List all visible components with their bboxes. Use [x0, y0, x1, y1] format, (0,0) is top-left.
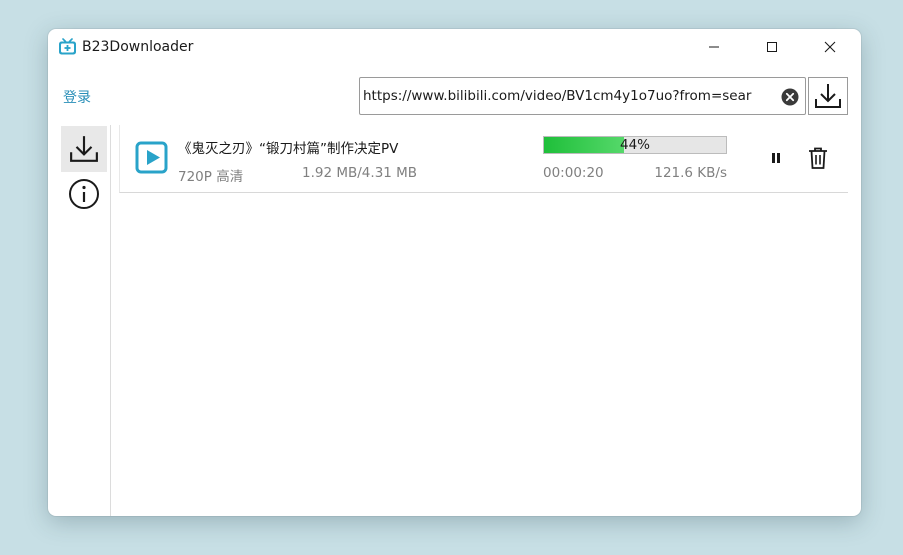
progress-bar: 44% [543, 136, 727, 154]
app-window: B23Downloader 登录 https://www.bilibili.co… [48, 29, 861, 516]
download-quality: 720P 高清 [178, 169, 244, 185]
download-size: 1.92 MB/4.31 MB [302, 165, 418, 181]
info-icon [69, 179, 99, 209]
minimize-icon [709, 46, 719, 48]
minimize-button[interactable] [685, 29, 743, 65]
download-title: 《鬼灭之刃》“锻刀村篇”制作决定PV [178, 141, 399, 157]
url-field[interactable] [359, 77, 806, 115]
title-bar[interactable]: B23Downloader [48, 29, 861, 65]
clear-circle-icon[interactable] [781, 88, 799, 106]
download-icon [815, 84, 841, 108]
download-list: 《鬼灭之刃》“锻刀村篇”制作决定PV 720P 高清 1.92 MB/4.31 … [119, 125, 848, 193]
download-item[interactable]: 《鬼灭之刃》“锻刀村篇”制作决定PV 720P 高清 1.92 MB/4.31 … [119, 125, 848, 193]
progress-percent: 44% [619, 137, 650, 153]
window-title: B23Downloader [82, 39, 194, 55]
close-icon [824, 41, 836, 53]
trash-icon [809, 147, 827, 169]
download-icon [70, 136, 98, 162]
start-download-button[interactable] [808, 77, 848, 115]
sidebar-item-downloads[interactable] [61, 126, 107, 172]
download-speed: 121.6 KB/s [654, 165, 727, 181]
sidebar [48, 125, 111, 516]
maximize-button[interactable] [743, 29, 801, 65]
pause-button[interactable] [766, 147, 786, 169]
url-input[interactable] [363, 78, 773, 114]
sidebar-item-about[interactable] [61, 171, 107, 217]
maximize-icon [767, 42, 777, 52]
pause-icon [772, 153, 780, 163]
video-play-icon [135, 141, 168, 174]
delete-button[interactable] [806, 146, 830, 170]
close-button[interactable] [801, 29, 859, 65]
elapsed-time: 00:00:20 [543, 165, 604, 181]
bilibili-tv-icon [58, 38, 77, 56]
login-link[interactable]: 登录 [63, 89, 91, 107]
